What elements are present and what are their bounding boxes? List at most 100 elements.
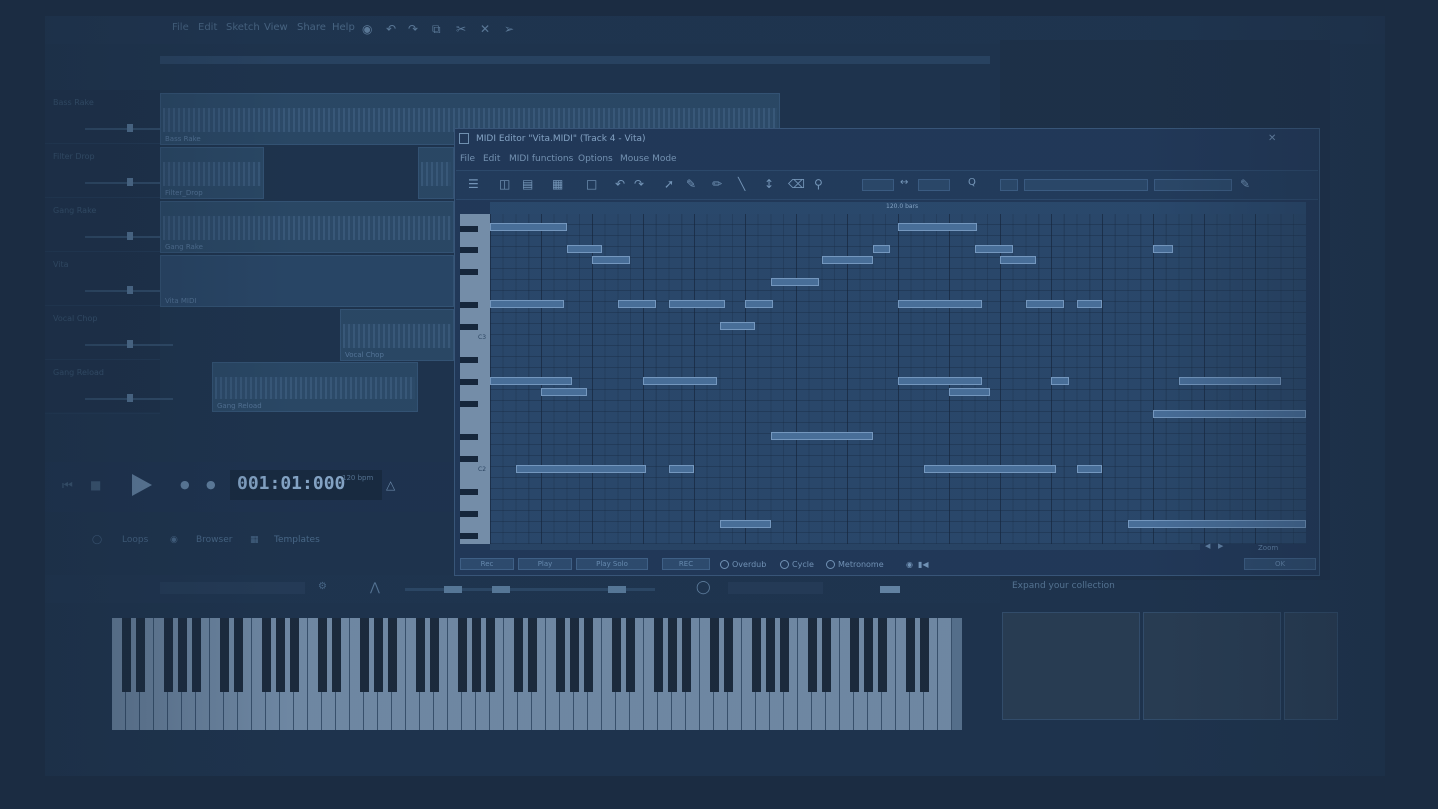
copy-icon[interactable]: ⧉ xyxy=(432,22,441,37)
brush-icon[interactable]: ✏ xyxy=(712,177,722,191)
black-key[interactable] xyxy=(460,324,478,330)
black-key[interactable] xyxy=(460,434,478,440)
midi-menu-file[interactable]: File xyxy=(460,154,475,164)
midi-note[interactable] xyxy=(1076,465,1102,473)
black-key[interactable] xyxy=(808,618,817,692)
overdub-toggle[interactable]: Overdub xyxy=(720,560,766,569)
ok-button[interactable]: OK xyxy=(1244,558,1316,570)
play-button[interactable] xyxy=(132,474,152,496)
length-select[interactable] xyxy=(918,179,950,191)
track-header[interactable]: Gang Reload xyxy=(45,360,173,414)
volume-handle[interactable] xyxy=(127,124,133,132)
redo-icon[interactable]: ↷ xyxy=(634,177,644,191)
pencil-icon[interactable]: ✎ xyxy=(686,177,696,191)
eraser-icon[interactable]: ⌫ xyxy=(788,177,805,191)
midi-note[interactable] xyxy=(515,465,646,473)
black-key[interactable] xyxy=(220,618,229,692)
metronome-icon[interactable]: △ xyxy=(386,478,395,492)
black-key[interactable] xyxy=(460,269,478,275)
loops-icon[interactable]: ◯ xyxy=(92,535,102,545)
midi-note[interactable] xyxy=(668,300,725,308)
midi-note[interactable] xyxy=(1153,410,1306,418)
envelope-icon[interactable]: ⋀ xyxy=(370,580,380,594)
midi-note[interactable] xyxy=(872,245,891,253)
black-key[interactable] xyxy=(318,618,327,692)
quantize-icon[interactable]: Q xyxy=(968,177,976,188)
pen-icon[interactable]: ✎ xyxy=(1240,177,1250,191)
line-tool-icon[interactable]: ╲ xyxy=(738,177,745,191)
zoom-out-icon[interactable]: ◀ xyxy=(1205,542,1210,550)
rewind-icon[interactable]: ⏮ xyxy=(62,478,73,493)
gear-icon[interactable]: ⚙ xyxy=(318,581,327,592)
volume-handle[interactable] xyxy=(127,232,133,240)
list-view-icon[interactable]: ☰ xyxy=(468,177,479,191)
tempo-label[interactable]: 120 bpm xyxy=(342,474,373,482)
volume-handle[interactable] xyxy=(880,586,900,593)
record-icon[interactable]: ● xyxy=(180,478,190,491)
black-key[interactable] xyxy=(472,618,481,692)
menu-file[interactable]: File xyxy=(172,22,189,33)
midi-menu-midi-functions[interactable]: MIDI functions xyxy=(509,154,573,164)
arrange-scrollbar[interactable] xyxy=(160,56,990,64)
track-select[interactable] xyxy=(1024,179,1148,191)
audio-clip[interactable] xyxy=(418,147,454,199)
drum-view-icon[interactable]: ◫ xyxy=(499,177,510,191)
menu-help[interactable]: Help xyxy=(332,22,355,33)
product-thumbnail[interactable] xyxy=(1284,612,1338,720)
knob-icon[interactable]: ◯ xyxy=(696,580,711,595)
redo-icon[interactable]: ↷ xyxy=(408,22,418,36)
black-key[interactable] xyxy=(460,456,478,462)
volume-handle[interactable] xyxy=(127,340,133,348)
zoom-label[interactable]: Zoom xyxy=(1258,544,1278,552)
black-key[interactable] xyxy=(262,618,271,692)
midi-note[interactable] xyxy=(923,465,1057,473)
track-header[interactable]: Filter Drop xyxy=(45,144,173,198)
slider-handle[interactable] xyxy=(492,586,510,593)
product-thumbnail[interactable] xyxy=(1002,612,1140,720)
black-key[interactable] xyxy=(920,618,929,692)
tab-loops[interactable]: Loops xyxy=(122,535,148,545)
rec-button[interactable]: Rec xyxy=(460,558,514,570)
black-key[interactable] xyxy=(780,618,789,692)
black-key[interactable] xyxy=(822,618,831,692)
horizontal-scrollbar[interactable] xyxy=(490,544,1200,550)
scale-select[interactable] xyxy=(1154,179,1232,191)
black-key[interactable] xyxy=(460,489,478,495)
pointer-icon[interactable]: ➚ xyxy=(664,177,674,191)
black-key[interactable] xyxy=(164,618,173,692)
black-key[interactable] xyxy=(178,618,187,692)
black-key[interactable] xyxy=(584,618,593,692)
black-key[interactable] xyxy=(374,618,383,692)
menu-share[interactable]: Share xyxy=(297,22,326,33)
step-record-icon[interactable]: ◉ xyxy=(906,560,913,569)
midi-note[interactable] xyxy=(490,223,567,231)
midi-note[interactable] xyxy=(541,388,587,396)
black-key[interactable] xyxy=(460,533,478,539)
volume-handle[interactable] xyxy=(127,178,133,186)
new-file-icon[interactable]: □ xyxy=(586,177,597,191)
menu-view[interactable]: View xyxy=(264,22,288,33)
black-key[interactable] xyxy=(460,302,478,308)
black-key[interactable] xyxy=(878,618,887,692)
midi-menu-edit[interactable]: Edit xyxy=(483,154,500,164)
black-key[interactable] xyxy=(332,618,341,692)
black-key[interactable] xyxy=(388,618,397,692)
slider-handle[interactable] xyxy=(608,586,626,593)
black-key[interactable] xyxy=(724,618,733,692)
black-key[interactable] xyxy=(136,618,145,692)
midi-note[interactable] xyxy=(643,377,717,385)
black-key[interactable] xyxy=(668,618,677,692)
black-key[interactable] xyxy=(486,618,495,692)
loop-icon[interactable]: ● xyxy=(206,478,216,491)
midi-note[interactable] xyxy=(898,300,983,308)
midi-note[interactable] xyxy=(770,278,819,286)
arrange-ruler[interactable] xyxy=(160,66,990,80)
black-key[interactable] xyxy=(850,618,859,692)
midi-note[interactable] xyxy=(719,520,771,528)
volume-handle[interactable] xyxy=(127,286,133,294)
black-key[interactable] xyxy=(460,511,478,517)
zoom-icon[interactable]: ⚲ xyxy=(814,177,823,191)
black-key[interactable] xyxy=(710,618,719,692)
velocity-icon[interactable]: ▦ xyxy=(552,177,563,191)
mic-icon[interactable]: ◉ xyxy=(362,22,372,36)
